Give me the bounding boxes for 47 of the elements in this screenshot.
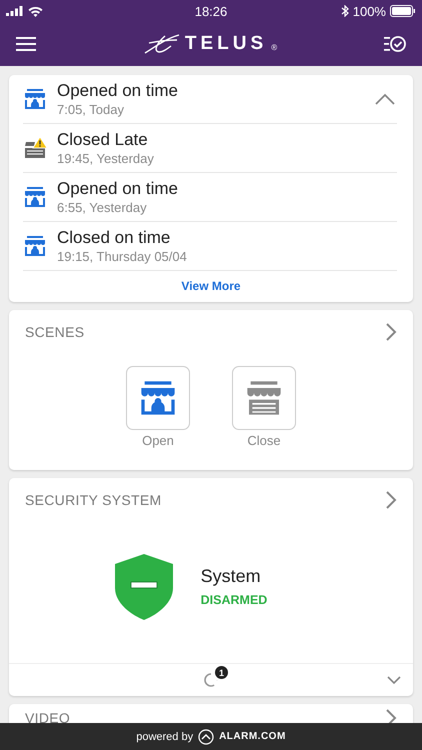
section-title: SCENES	[25, 324, 84, 340]
status-time: 18:26	[194, 4, 228, 18]
roof-logo-icon	[198, 728, 214, 744]
event-title: Opened on time	[57, 179, 179, 199]
bluetooth-icon	[340, 5, 349, 17]
event-time: 19:45, Yesterday	[57, 151, 155, 166]
checklist-icon[interactable]	[384, 35, 406, 53]
closed-store-warning-icon	[23, 136, 47, 160]
system-status: DISARMED	[200, 593, 268, 607]
event-time: 6:55, Yesterday	[57, 200, 148, 215]
event-title: Opened on time	[57, 81, 179, 101]
brand-logo: TELUS	[184, 33, 268, 55]
signal-icon	[6, 6, 24, 16]
storefront-icon	[23, 185, 47, 209]
chevron-right-icon[interactable]	[385, 708, 397, 723]
chevron-right-icon[interactable]	[385, 322, 397, 342]
event-title: Closed Late	[57, 130, 149, 150]
notification-count: 1	[215, 666, 228, 679]
scene-button[interactable]	[232, 366, 296, 430]
menu-icon[interactable]	[16, 37, 36, 51]
event-row[interactable]: Closed Late 19:45, Yesterday	[23, 124, 397, 173]
powered-by-text: powered by	[136, 730, 194, 742]
view-more-link[interactable]: View More	[181, 271, 241, 302]
wifi-icon	[28, 6, 43, 16]
shield-icon[interactable]	[114, 554, 173, 620]
scene-button[interactable]	[126, 366, 190, 430]
chevron-right-icon[interactable]	[385, 490, 397, 510]
event-row[interactable]: Opened on time 7:05, Today	[23, 75, 397, 124]
event-title: Closed on time	[57, 228, 172, 248]
event-time: 7:05, Today	[57, 102, 125, 117]
storefront-icon	[23, 234, 47, 258]
event-time: 19:15, Thursday 05/04	[57, 249, 188, 264]
registered-mark: ®	[271, 43, 278, 52]
event-row[interactable]: Closed on time 19:15, Thursday 05/04	[23, 222, 397, 271]
chevron-up-icon[interactable]	[375, 93, 395, 105]
alarm-brand-logo: ALARM.COM	[219, 731, 286, 742]
section-title: SECURITY SYSTEM	[25, 492, 162, 508]
battery-icon	[390, 5, 416, 17]
scene-label: Open	[142, 433, 174, 448]
section-title: VIDEO	[25, 710, 70, 723]
script-logo-icon	[142, 33, 181, 55]
storefront-icon	[23, 87, 47, 111]
system-name: System	[200, 566, 262, 587]
battery-percentage: 100%	[352, 4, 386, 18]
event-row[interactable]: Opened on time 6:55, Yesterday	[23, 173, 397, 222]
scene-label: Close	[247, 433, 281, 448]
chevron-down-icon[interactable]	[387, 676, 401, 684]
